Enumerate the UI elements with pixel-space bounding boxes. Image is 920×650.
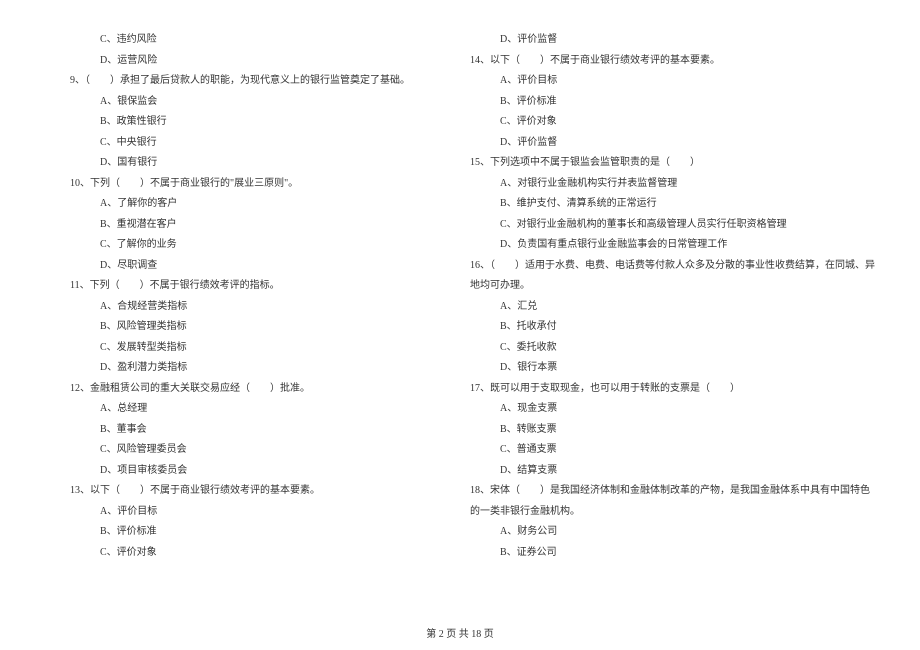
option-text: C、违约风险 bbox=[60, 30, 410, 51]
right-column: D、评价监督 14、以下（ ）不属于商业银行绩效考评的基本要素。 A、评价目标 … bbox=[460, 30, 875, 610]
option-text: C、了解你的业务 bbox=[60, 235, 410, 256]
option-text: B、重视潜在客户 bbox=[60, 215, 410, 236]
option-text: B、转账支票 bbox=[460, 420, 875, 441]
question-text: 9、（ ）承担了最后贷款人的职能，为现代意义上的银行监管奠定了基础。 bbox=[60, 71, 410, 92]
option-text: B、证券公司 bbox=[460, 543, 875, 564]
option-text: A、评价目标 bbox=[460, 71, 875, 92]
option-text: A、银保监会 bbox=[60, 92, 410, 113]
option-text: C、评价对象 bbox=[460, 112, 875, 133]
option-text: D、项目审核委员会 bbox=[60, 461, 410, 482]
option-text: D、结算支票 bbox=[460, 461, 875, 482]
option-text: A、总经理 bbox=[60, 399, 410, 420]
question-text: 11、下列（ ）不属于银行绩效考评的指标。 bbox=[60, 276, 410, 297]
option-text: D、运营风险 bbox=[60, 51, 410, 72]
option-text: A、了解你的客户 bbox=[60, 194, 410, 215]
option-text: C、中央银行 bbox=[60, 133, 410, 154]
option-text: D、盈利潜力类指标 bbox=[60, 358, 410, 379]
option-text: B、风险管理类指标 bbox=[60, 317, 410, 338]
option-text: C、发展转型类指标 bbox=[60, 338, 410, 359]
option-text: B、政策性银行 bbox=[60, 112, 410, 133]
page-footer: 第 2 页 共 18 页 bbox=[0, 625, 920, 640]
option-text: C、普通支票 bbox=[460, 440, 875, 461]
question-text: 16、（ ）适用于水费、电费、电话费等付款人众多及分散的事业性收费结算，在同城、… bbox=[460, 256, 875, 277]
option-text: A、汇兑 bbox=[460, 297, 875, 318]
option-text: D、银行本票 bbox=[460, 358, 875, 379]
question-text: 17、既可以用于支取现金，也可以用于转账的支票是（ ） bbox=[460, 379, 875, 400]
option-text: B、维护支付、清算系统的正常运行 bbox=[460, 194, 875, 215]
option-text: D、负责国有重点银行业金融监事会的日常管理工作 bbox=[460, 235, 875, 256]
option-text: D、评价监督 bbox=[460, 133, 875, 154]
question-text: 10、下列（ ）不属于商业银行的"展业三原则"。 bbox=[60, 174, 410, 195]
option-text: C、风险管理委员会 bbox=[60, 440, 410, 461]
option-text: C、评价对象 bbox=[60, 543, 410, 564]
two-column-layout: C、违约风险 D、运营风险 9、（ ）承担了最后贷款人的职能，为现代意义上的银行… bbox=[60, 30, 860, 610]
option-text: D、评价监督 bbox=[460, 30, 875, 51]
question-text: 18、宋体（ ）是我国经济体制和金融体制改革的产物，是我国金融体系中具有中国特色 bbox=[460, 481, 875, 502]
option-text: A、财务公司 bbox=[460, 522, 875, 543]
question-text: 15、下列选项中不属于银监会监管职责的是（ ） bbox=[460, 153, 875, 174]
question-text: 12、金融租赁公司的重大关联交易应经（ ）批准。 bbox=[60, 379, 410, 400]
option-text: C、委托收款 bbox=[460, 338, 875, 359]
option-text: B、董事会 bbox=[60, 420, 410, 441]
question-continuation: 的一类非银行金融机构。 bbox=[460, 502, 875, 523]
option-text: A、现金支票 bbox=[460, 399, 875, 420]
option-text: B、评价标准 bbox=[60, 522, 410, 543]
option-text: B、评价标准 bbox=[460, 92, 875, 113]
option-text: D、尽职调查 bbox=[60, 256, 410, 277]
option-text: A、评价目标 bbox=[60, 502, 410, 523]
option-text: A、对银行业金融机构实行并表监督管理 bbox=[460, 174, 875, 195]
option-text: C、对银行业金融机构的董事长和高级管理人员实行任职资格管理 bbox=[460, 215, 875, 236]
option-text: B、托收承付 bbox=[460, 317, 875, 338]
question-continuation: 地均可办理。 bbox=[460, 276, 875, 297]
option-text: A、合规经营类指标 bbox=[60, 297, 410, 318]
option-text: D、国有银行 bbox=[60, 153, 410, 174]
question-text: 13、以下（ ）不属于商业银行绩效考评的基本要素。 bbox=[60, 481, 410, 502]
question-text: 14、以下（ ）不属于商业银行绩效考评的基本要素。 bbox=[460, 51, 875, 72]
left-column: C、违约风险 D、运营风险 9、（ ）承担了最后贷款人的职能，为现代意义上的银行… bbox=[60, 30, 410, 610]
